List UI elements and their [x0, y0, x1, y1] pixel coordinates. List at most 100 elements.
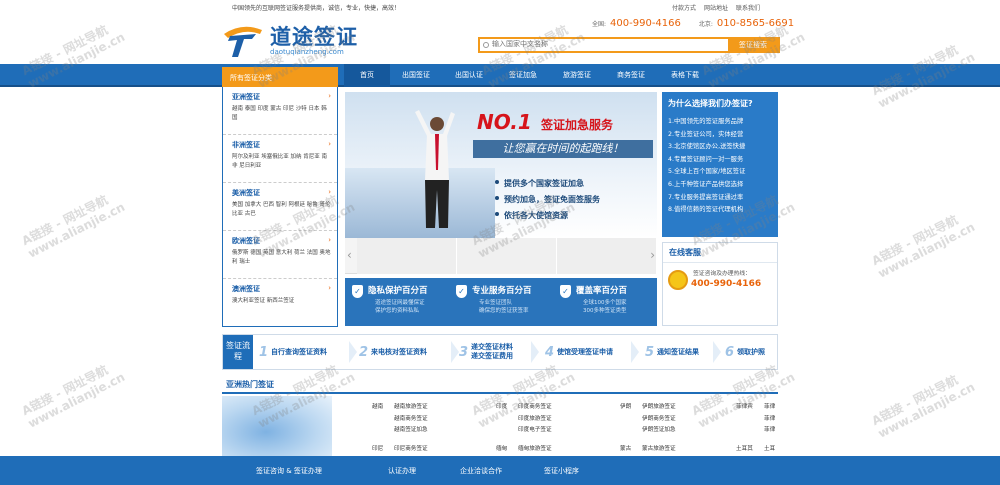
process-step: 1 自行查询签证资料 — [259, 335, 357, 369]
visa-link[interactable]: 越南旅游签证 — [394, 402, 428, 414]
chevron-right-icon[interactable]: › — [650, 248, 655, 262]
all-categories-tab[interactable]: 所有签证分类 — [222, 67, 338, 87]
hot-country[interactable]: 缅甸 — [496, 444, 507, 456]
visa-link[interactable]: 伊朗签证加急 — [642, 425, 676, 437]
banner-bullet: 提供多个国家签证加急 — [495, 178, 600, 189]
hot-country[interactable]: 越南 — [372, 402, 383, 414]
hot-country[interactable]: 土耳其 — [736, 444, 753, 456]
sidebar-region-europe[interactable]: 欧洲签证 俄罗斯 德国 英国 意大利 荷兰 法国 奥地利 瑞士 › — [223, 231, 337, 279]
sidebar-region-countries: 俄罗斯 德国 英国 意大利 荷兰 法国 奥地利 瑞士 — [232, 250, 331, 265]
hot-country[interactable]: 印尼 — [372, 444, 383, 456]
visa-link[interactable]: 缅甸旅游签证 — [518, 444, 552, 456]
why-item: 1.中国领先的签证服务品牌 — [668, 118, 744, 125]
hot-country[interactable]: 蒙古 — [620, 444, 631, 456]
hotline-number: 400-990-4166 — [691, 279, 762, 289]
search-button[interactable]: 签证搜索 — [728, 39, 778, 51]
footer-link-cooperation[interactable]: 企业洽谈合作 — [460, 466, 544, 476]
logo-pinyin: daotuqianzheng.com — [270, 48, 344, 56]
nav-item-tourist[interactable]: 旅游签证 — [550, 64, 604, 87]
nav-item-certification[interactable]: 出国认证 — [442, 64, 496, 87]
nav-item-urgent[interactable]: 签证加急 — [496, 64, 550, 87]
top-link-contact[interactable]: 联系我们 — [736, 3, 760, 12]
visa-process: 签证流程 1 自行查询签证资料 2 来电核对签证资料 3 递交签证材料 递交签证费用 … — [222, 334, 778, 370]
watermark-text: www.alianjie.cn — [875, 379, 978, 441]
sidebar-region-asia[interactable]: 亚洲签证 越南 泰国 印度 蒙古 印尼 沙特 日本 韩国 › — [223, 87, 337, 135]
visa-link[interactable]: 土耳 — [764, 444, 775, 456]
arrow-right-icon — [349, 341, 357, 363]
why-item: 5.全球上百个国家/地区签证 — [668, 168, 746, 176]
hot-links: 印度商务签证 印度旅游签证 印度电子签证 — [518, 402, 552, 437]
step-text: 通知签证结果 — [657, 348, 700, 356]
businessman-image — [415, 110, 455, 228]
visa-link[interactable]: 印尼商务签证 — [394, 444, 428, 456]
nav-item-visa[interactable]: 出国签证 — [390, 64, 442, 87]
process-step: 4 使馆受理签证申请 — [545, 335, 639, 369]
process-step: 2 来电核对签证资料 — [359, 335, 459, 369]
why-choose-us: 为什么选择我们办签证? 1.中国领先的签证服务品牌 2.专业签证公司，实体经营 … — [662, 92, 778, 237]
why-item: 4.专属签证顾问一对一服务 — [668, 155, 744, 163]
chevron-left-icon[interactable]: ‹ — [347, 248, 352, 262]
visa-link[interactable]: 越南签证加急 — [394, 425, 428, 437]
guarantee-title: 覆盖率百分百 — [576, 286, 628, 296]
visa-link[interactable]: 伊朗商务签证 — [642, 414, 676, 426]
promo-banner[interactable]: NO.1 签证加急服务 让您赢在时间的起跑线！ 提供多个国家签证加急 预约加急，… — [345, 92, 657, 238]
visa-link[interactable]: 印度电子签证 — [518, 425, 552, 437]
footer-link-certification[interactable]: 认证办理 — [388, 466, 460, 476]
guarantee-strip: ✓ 隐私保护百分百 道途签证网最懂保证 保护您的资料私私 ✓ 专业服务百分百 专… — [345, 278, 657, 326]
footer-bar: 签证咨询 & 签证办理 认证办理 企业洽谈合作 签证小程序 — [0, 456, 1000, 485]
step-number: 6 — [725, 344, 735, 360]
top-link-address[interactable]: 网站地址 — [704, 3, 728, 12]
step-number: 3 — [459, 344, 469, 360]
visa-link[interactable]: 菲律 — [764, 402, 775, 414]
nav-item-home[interactable]: 首页 — [344, 64, 390, 87]
nav-item-business[interactable]: 商务签证 — [604, 64, 658, 87]
sidebar-region-countries: 阿尔及利亚 埃塞俄比亚 加纳 肯尼亚 南非 尼日利亚 — [232, 154, 327, 169]
top-link-payment[interactable]: 付款方式 — [672, 3, 696, 12]
watermark-text: A链接 - 网址导航 — [19, 192, 111, 249]
sidebar-region-oceania[interactable]: 澳洲签证 澳大利亚签证 新西兰签证 › — [223, 279, 337, 310]
hot-country[interactable]: 菲律宾 — [736, 402, 753, 414]
asia-map-image — [222, 396, 332, 456]
footer-link-consult[interactable]: 签证咨询 & 签证办理 — [256, 466, 388, 476]
search-input[interactable] — [480, 39, 730, 51]
visa-link[interactable]: 菲律 — [764, 414, 775, 426]
country-name[interactable]: 菲律宾 — [736, 402, 753, 414]
hotlines: 全国: 400-990-4166 北京: 010-8565-6691 — [592, 18, 808, 29]
visa-link[interactable]: 越南商务签证 — [394, 414, 428, 426]
chevron-right-icon: › — [328, 140, 331, 148]
visa-link[interactable]: 菲律 — [764, 425, 775, 437]
site-logo[interactable]: 道途签证 daotuqianzheng.com — [222, 18, 382, 62]
thumbnail[interactable] — [457, 238, 557, 274]
nav-item-forms[interactable]: 表格下载 — [658, 64, 712, 87]
guarantee-desc: 确保您的签证获签率 — [479, 308, 529, 314]
thumbnail[interactable] — [357, 238, 457, 274]
arrow-right-icon — [631, 341, 639, 363]
thumbnail[interactable] — [557, 238, 657, 274]
sidebar-region-america[interactable]: 美洲签证 美国 加拿大 巴西 智利 阿根廷 秘鲁 哥伦比亚 古巴 › — [223, 183, 337, 231]
hot-country[interactable]: 伊朗 — [620, 402, 631, 414]
banner-service: 签证加急服务 — [541, 118, 614, 132]
hot-country[interactable]: 印度 — [496, 402, 507, 414]
sidebar-region-africa[interactable]: 非洲签证 阿尔及利亚 埃塞俄比亚 加纳 肯尼亚 南非 尼日利亚 › — [223, 135, 337, 183]
visa-link[interactable]: 蒙古旅游签证 — [642, 444, 676, 456]
visa-link[interactable]: 印度旅游签证 — [518, 414, 552, 426]
country-name[interactable]: 印度 — [496, 402, 507, 414]
shield-check-icon: ✓ — [560, 285, 571, 298]
chevron-right-icon: › — [328, 188, 331, 196]
guarantee-desc: 道途签证网最懂保证 — [375, 300, 425, 306]
visa-link[interactable]: 伊朗旅游签证 — [642, 402, 676, 414]
logo-name: 道途签证 — [270, 25, 358, 49]
guarantee-desc: 保护您的资料私私 — [375, 308, 420, 314]
shield-check-icon: ✓ — [456, 285, 467, 298]
step-text: 递交签证材料 递交签证费用 — [471, 343, 514, 360]
country-name[interactable]: 越南 — [372, 402, 383, 414]
footer-link-miniprogram[interactable]: 签证小程序 — [544, 466, 579, 476]
watermark-text: www.alianjie.cn — [25, 199, 128, 261]
sidebar-region-title: 非洲签证 — [232, 141, 260, 149]
step-number: 4 — [545, 344, 555, 360]
country-name[interactable]: 伊朗 — [620, 402, 631, 414]
phone-national: 400-990-4166 — [610, 18, 681, 29]
visa-link[interactable]: 印度商务签证 — [518, 402, 552, 414]
qq-chat-icon[interactable] — [668, 270, 688, 290]
top-links: 付款方式 网站地址 联系我们 — [672, 3, 760, 12]
